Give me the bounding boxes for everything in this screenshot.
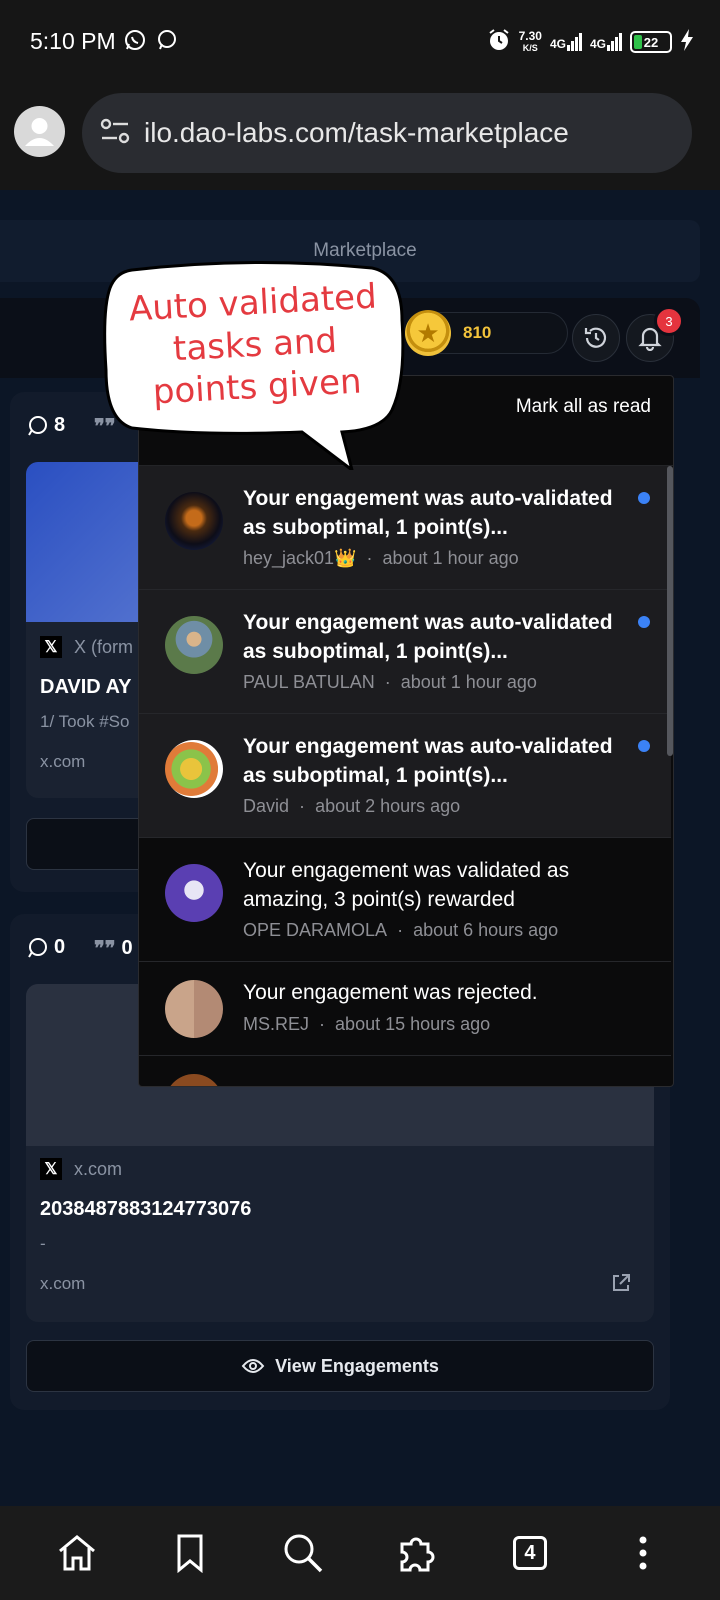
notification-meta: PAUL BATULAN · about 1 hour ago xyxy=(243,672,537,692)
signal-icon: 4G xyxy=(550,33,582,51)
notification-item[interactable]: Your engagement was auto-validated as su… xyxy=(139,590,671,714)
home-button[interactable] xyxy=(47,1523,107,1583)
net-speed: 7.30 K/S xyxy=(518,29,542,53)
unread-dot xyxy=(638,740,650,752)
notification-message: Your engagement was auto-validated as su… xyxy=(243,487,613,539)
star-coin-icon: ★ xyxy=(405,310,451,356)
notification-message: Your engagement was auto-validated as su… xyxy=(243,735,613,787)
bookmark-button[interactable] xyxy=(160,1523,220,1583)
charging-icon xyxy=(680,28,694,56)
points-balance: ★ 810 xyxy=(405,310,568,356)
user-avatar xyxy=(165,864,223,922)
url-text: ilo.dao-labs.com/task-marketplace xyxy=(144,117,569,148)
search-icon xyxy=(284,1534,323,1573)
status-time: 5:10 PM xyxy=(30,28,116,54)
comment-icon xyxy=(28,937,47,958)
more-vert-icon xyxy=(639,1536,647,1570)
history-button[interactable] xyxy=(572,314,620,362)
message-icon xyxy=(156,29,178,51)
mark-all-read-button[interactable]: Mark all as read xyxy=(516,396,651,418)
battery-icon: 22 xyxy=(630,31,672,53)
quote-icon: ❞❞ xyxy=(94,938,116,960)
unread-dot xyxy=(638,616,650,628)
bookmark-icon xyxy=(177,1534,203,1573)
view-engagements-label: View Engagements xyxy=(275,1355,439,1376)
x-logo-icon: 𝕏 xyxy=(40,636,62,658)
notification-message: Your engagement was rejected. xyxy=(243,981,538,1004)
quote-count: ❞❞ 0 xyxy=(94,937,133,960)
notification-item[interactable]: Your engagement was auto-validated as su… xyxy=(139,714,671,838)
url-bar[interactable]: ilo.dao-labs.com/task-marketplace xyxy=(82,93,692,173)
source-label: x.com xyxy=(74,1158,123,1179)
notifications-scrollbar[interactable] xyxy=(667,466,673,756)
view-engagements-button[interactable]: View Engagements xyxy=(26,1340,654,1392)
external-link-icon[interactable] xyxy=(610,1272,632,1299)
status-bar: 5:10 PM 7.30 K/S 4G 4G 22 xyxy=(0,0,720,84)
home-icon xyxy=(58,1535,95,1571)
search-button[interactable] xyxy=(273,1523,333,1583)
comment-count: 8 xyxy=(26,414,65,437)
notification-meta: OPE DARAMOLA · about 6 hours ago xyxy=(243,920,559,940)
comment-count: 0 xyxy=(26,936,65,959)
points-value: 810 xyxy=(463,323,492,342)
comment-icon xyxy=(28,415,47,436)
x-logo-icon: 𝕏 xyxy=(40,1158,62,1180)
notification-item[interactable] xyxy=(139,1056,671,1086)
task-title: 2038487883124773076 xyxy=(40,1198,252,1220)
task-domain: x.com xyxy=(40,752,86,771)
source-label: X (form xyxy=(74,636,134,657)
annotation-text: Auto validated tasks and points given xyxy=(127,276,378,413)
task-body: 1/ Took #So xyxy=(40,712,130,731)
notification-message: Your engagement was auto-validated as su… xyxy=(243,611,613,663)
task-title: DAVID AY xyxy=(40,676,132,698)
notification-meta: MS.REJ · about 15 hours ago xyxy=(243,1014,491,1034)
notification-count-badge: 3 xyxy=(654,306,684,336)
browser-toolbar: ilo.dao-labs.com/task-marketplace xyxy=(0,84,720,190)
user-avatar xyxy=(165,740,223,798)
profile-avatar[interactable] xyxy=(14,106,65,157)
annotation-speech-bubble: Auto validated tasks and points given xyxy=(102,260,408,470)
notification-meta: David · about 2 hours ago xyxy=(243,796,461,816)
notification-item[interactable]: Your engagement was rejected. MS.REJ · a… xyxy=(139,962,671,1056)
task-body: - xyxy=(40,1234,46,1253)
browser-bottom-nav: 4 xyxy=(0,1506,720,1600)
notification-item[interactable]: Your engagement was validated as amazing… xyxy=(139,838,671,962)
user-avatar xyxy=(165,492,223,550)
site-settings-icon[interactable] xyxy=(100,117,130,150)
puzzle-icon xyxy=(400,1537,435,1572)
user-avatar xyxy=(165,980,223,1038)
alarm-icon xyxy=(487,28,511,57)
history-icon xyxy=(584,327,607,348)
whatsapp-icon xyxy=(124,29,146,51)
extensions-button[interactable] xyxy=(387,1523,447,1583)
task-domain: x.com xyxy=(40,1274,86,1293)
eye-icon xyxy=(241,1359,265,1373)
notification-meta: hey_jack01👑 · about 1 hour ago xyxy=(243,548,519,568)
notification-message: Your engagement was validated as amazing… xyxy=(243,859,570,911)
notifications-dropdown: Mark all as read Your engagement was aut… xyxy=(138,375,674,1087)
tabs-button[interactable]: 4 xyxy=(500,1523,560,1583)
user-avatar xyxy=(165,616,223,674)
unread-dot xyxy=(638,492,650,504)
notification-item[interactable]: Your engagement was auto-validated as su… xyxy=(139,466,671,590)
user-avatar xyxy=(165,1074,223,1086)
signal-icon: 4G xyxy=(590,33,622,51)
tab-count: 4 xyxy=(512,1536,547,1570)
menu-button[interactable] xyxy=(613,1523,673,1583)
